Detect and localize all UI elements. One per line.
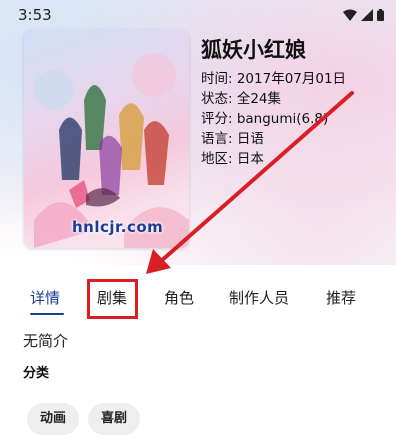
wifi-icon xyxy=(343,9,357,21)
info-label: 评分: xyxy=(201,111,237,127)
info-value: 日本 xyxy=(236,151,264,167)
category-chip-animation[interactable]: 动画 xyxy=(27,403,80,435)
poster-artwork-icon xyxy=(34,53,189,248)
info-status: 状态: 全24集 xyxy=(201,87,281,107)
info-label: 地区: xyxy=(201,151,237,167)
battery-icon xyxy=(377,9,384,21)
intro-text: 无简介 xyxy=(23,332,69,350)
tab-bar: 详情 剧集 角色 制作人员 推荐 xyxy=(0,280,396,315)
tab-details[interactable]: 详情 xyxy=(30,287,60,308)
info-value: 日语 xyxy=(236,131,264,147)
tab-characters[interactable]: 角色 xyxy=(164,287,194,308)
category-chip-comedy[interactable]: 喜剧 xyxy=(88,403,141,435)
info-label: 状态: xyxy=(201,91,237,107)
info-language: 语言: 日语 xyxy=(201,127,264,147)
category-heading: 分类 xyxy=(23,366,50,381)
tab-recommend[interactable]: 推荐 xyxy=(326,287,356,308)
info-value: 全24集 xyxy=(236,91,282,107)
info-region: 地区: 日本 xyxy=(201,147,264,167)
info-value: 2017年07月01日 xyxy=(236,71,347,87)
info-value: bangumi(6.8) xyxy=(236,111,329,127)
annotation-highlight-box xyxy=(87,279,138,319)
info-label: 时间: xyxy=(201,71,237,87)
status-icons xyxy=(343,9,384,21)
info-label: 语言: xyxy=(201,131,237,147)
info-date: 时间: 2017年07月01日 xyxy=(201,67,346,87)
tab-indicator xyxy=(30,313,64,315)
status-time: 3:53 xyxy=(18,6,52,24)
anime-poster[interactable]: hnlcjr.com xyxy=(24,30,189,248)
status-bar: 3:53 xyxy=(0,0,396,28)
signal-icon xyxy=(361,9,373,21)
info-rating: 评分: bangumi(6.8) xyxy=(201,107,328,127)
poster-watermark: hnlcjr.com xyxy=(72,218,164,236)
anime-title: 狐妖小红娘 xyxy=(201,38,306,62)
tab-staff[interactable]: 制作人员 xyxy=(229,287,289,308)
